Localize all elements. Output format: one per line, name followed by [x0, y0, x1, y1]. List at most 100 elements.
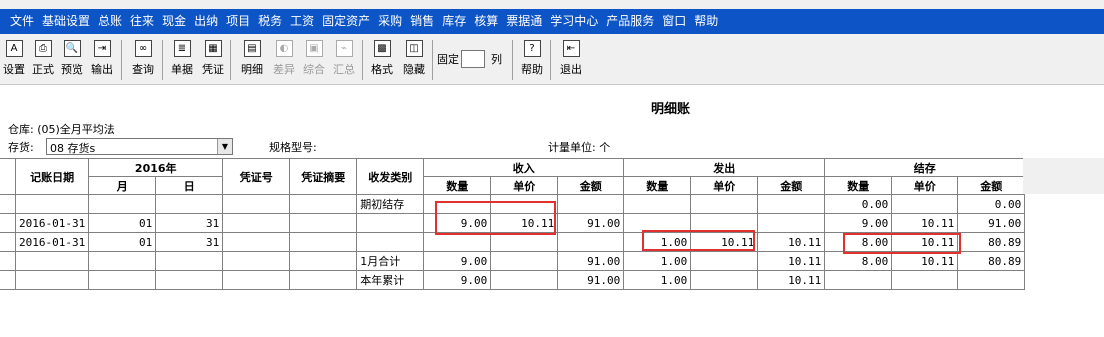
table-cell — [891, 194, 959, 214]
table-cell: 0.00 — [957, 194, 1026, 214]
menu-item[interactable]: 窗口 — [658, 9, 690, 34]
table-cell — [690, 270, 759, 290]
table-cell: 10.11 — [757, 270, 826, 290]
row-selector[interactable] — [0, 270, 16, 290]
toolbar-button-5[interactable]: ≣ 单据 — [168, 40, 196, 82]
table-cell — [289, 213, 358, 233]
table-cell: 9.00 — [423, 251, 492, 271]
menu-item[interactable]: 帮助 — [690, 9, 722, 34]
table-cell — [155, 251, 224, 271]
menu-item[interactable]: 票据通 — [502, 9, 546, 34]
toolbar-button-7[interactable]: ▤ 明细 — [238, 40, 266, 82]
menu-item[interactable]: 税务 — [254, 9, 286, 34]
toolbar: 固定 列 A 设置 ⎙ 正式 🔍 预览 ⇥ 输出 ∞ 查询 ≣ 单据 ▦ 凭证 ▤ 明细 ◐ 差异 ▣ 综合 ⌁ 汇总 ▩ 格… — [0, 34, 1104, 85]
toolbar-button-label: 退出 — [560, 63, 582, 76]
table-cell: 91.00 — [557, 251, 625, 271]
header-issue-qty: 数量 — [623, 176, 692, 195]
warehouse-info: 仓库: (05)全月平均法 — [8, 121, 115, 137]
menu-item[interactable]: 文件 — [0, 9, 38, 34]
header-voucher-no: 凭证号 — [222, 158, 291, 195]
toolbar-button-label: 帮助 — [521, 63, 543, 76]
table-cell: 31 — [155, 232, 224, 252]
hide-icon: ◫ — [405, 40, 423, 57]
table-cell — [957, 270, 1026, 290]
highlight-box-issue — [642, 230, 755, 251]
fixed-columns-input[interactable] — [461, 50, 485, 68]
menu-item[interactable]: 项目 — [222, 9, 254, 34]
toolbar-button-9[interactable]: ▣ 综合 — [300, 40, 328, 82]
toolbar-button-1[interactable]: ⎙ 正式 — [29, 40, 57, 82]
table-cell: 01 — [88, 213, 157, 233]
toolbar-separator — [512, 40, 513, 80]
preview-icon: 🔍 — [63, 40, 81, 57]
table-cell: 1月合计 — [356, 251, 425, 271]
menu-item[interactable]: 核算 — [470, 9, 502, 34]
menu-item[interactable]: 出纳 — [190, 9, 222, 34]
menu-item[interactable]: 固定资产 — [318, 9, 374, 34]
table-cell: 91.00 — [557, 213, 625, 233]
table-cell: 9.00 — [423, 270, 492, 290]
toolbar-button-10[interactable]: ⌁ 汇总 — [330, 40, 358, 82]
toolbar-button-0[interactable]: A 设置 — [0, 40, 28, 82]
toolbar-button-label: 隐藏 — [403, 63, 425, 76]
table-row[interactable]: 本年累计 9.00 91.00 1.00 10.11 — [0, 270, 1026, 290]
table-cell: 91.00 — [557, 270, 625, 290]
header-balance-amount: 金额 — [957, 176, 1026, 195]
toolbar-button-11[interactable]: ▩ 格式 — [368, 40, 396, 82]
header-date: 记账日期 — [14, 158, 90, 195]
spec-label: 规格型号: — [269, 141, 317, 154]
print-icon: ⎙ — [34, 40, 52, 57]
table-cell — [557, 194, 625, 214]
table-cell — [490, 251, 559, 271]
table-cell — [356, 232, 425, 252]
row-selector[interactable] — [0, 194, 16, 214]
toolbar-button-14[interactable]: ⇤ 退出 — [557, 40, 585, 82]
report-title: 明细账 — [651, 102, 691, 117]
menu-item[interactable]: 库存 — [438, 9, 470, 34]
detail-icon: ▤ — [243, 40, 261, 57]
table-cell — [824, 270, 893, 290]
table-cell — [557, 232, 625, 252]
chevron-down-icon[interactable]: ▼ — [217, 139, 232, 154]
toolbar-button-2[interactable]: 🔍 预览 — [58, 40, 86, 82]
row-selector[interactable] — [0, 232, 16, 252]
header-issue: 发出 — [623, 158, 826, 177]
toolbar-button-4[interactable]: ∞ 查询 — [129, 40, 157, 82]
table-cell: 0.00 — [824, 194, 893, 214]
menu-item[interactable]: 基础设置 — [38, 9, 94, 34]
table-cell — [289, 251, 358, 271]
row-selector[interactable] — [0, 213, 16, 233]
toolbar-button-12[interactable]: ◫ 隐藏 — [400, 40, 428, 82]
highlight-box-income — [435, 201, 556, 235]
menu-item[interactable]: 销售 — [406, 9, 438, 34]
table-cell: 8.00 — [824, 251, 893, 271]
toolbar-button-13[interactable]: ? 帮助 — [518, 40, 546, 82]
table-cell — [222, 270, 291, 290]
toolbar-button-8[interactable]: ◐ 差异 — [270, 40, 298, 82]
table-cell: 2016-01-31 — [14, 213, 90, 233]
table-cell — [14, 270, 90, 290]
menu-item[interactable]: 工资 — [286, 9, 318, 34]
header-income-qty: 数量 — [423, 176, 492, 195]
menu-item[interactable]: 往来 — [126, 9, 158, 34]
menu-item[interactable]: 产品服务 — [602, 9, 658, 34]
warehouse-label: 仓库: — [8, 123, 34, 136]
difference-icon: ◐ — [275, 40, 293, 57]
row-selector[interactable] — [0, 251, 16, 271]
table-row[interactable]: 1月合计 9.00 91.00 1.00 10.11 8.00 10.11 80.89 — [0, 251, 1026, 271]
toolbar-button-label: 查询 — [132, 63, 154, 76]
toolbar-button-3[interactable]: ⇥ 输出 — [88, 40, 116, 82]
table-cell — [289, 232, 358, 252]
toolbar-separator — [362, 40, 363, 80]
menu-item[interactable]: 采购 — [374, 9, 406, 34]
header-voucher-summary: 凭证摘要 — [289, 158, 358, 195]
menu-item[interactable]: 现金 — [158, 9, 190, 34]
table-cell — [14, 194, 90, 214]
header-category: 收发类别 — [356, 158, 425, 195]
table-cell — [490, 232, 559, 252]
inventory-select[interactable]: 08 存货s ▼ — [46, 138, 233, 155]
toolbar-button-6[interactable]: ▦ 凭证 — [199, 40, 227, 82]
menu-item[interactable]: 学习中心 — [546, 9, 602, 34]
document-icon: ≣ — [173, 40, 191, 57]
menu-item[interactable]: 总账 — [94, 9, 126, 34]
